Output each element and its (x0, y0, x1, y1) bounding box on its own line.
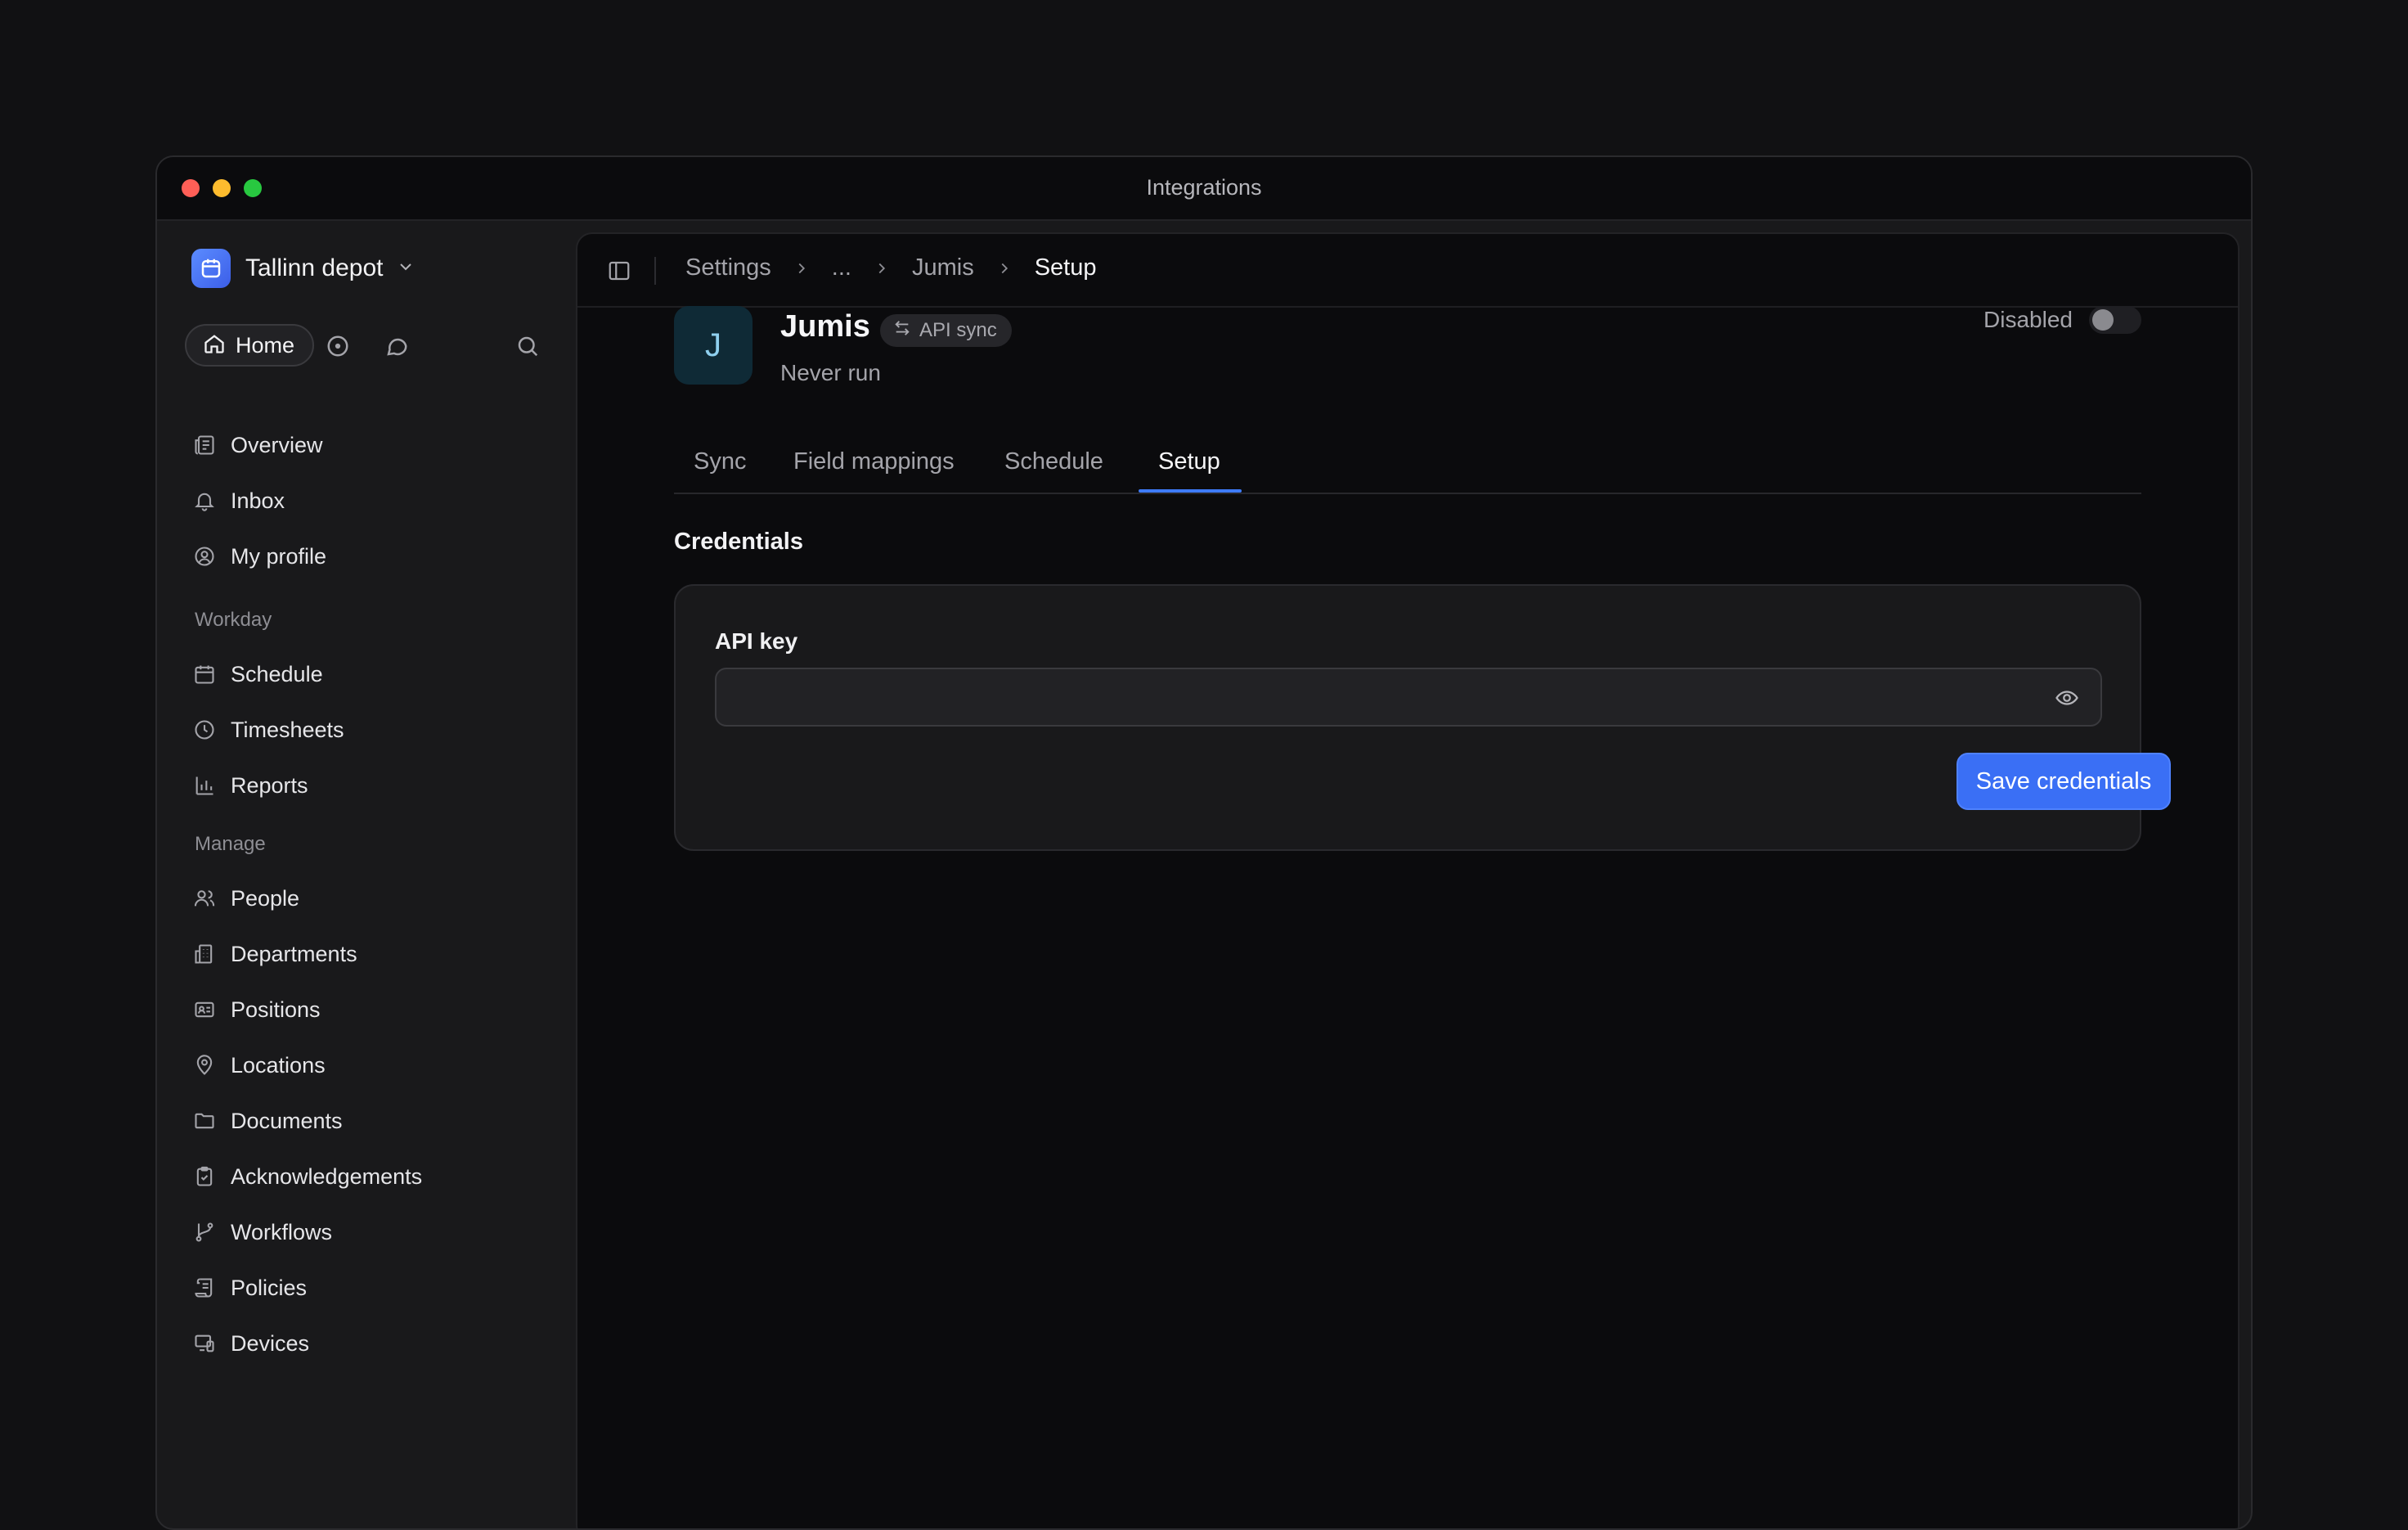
badge-label: API sync (919, 319, 997, 341)
api-key-label: API key (715, 628, 798, 654)
clipboard-check-icon (191, 1163, 218, 1190)
breadcrumb-settings[interactable]: Settings (685, 254, 771, 281)
sidebar-item-locations[interactable]: Locations (191, 1044, 326, 1087)
breadcrumb-jumis[interactable]: Jumis (912, 254, 974, 281)
section-label-manage: Manage (195, 833, 266, 855)
sidebar-item-departments[interactable]: Departments (191, 933, 357, 975)
credentials-title: Credentials (674, 529, 803, 555)
tab-setup[interactable]: Setup (1158, 448, 1220, 475)
breadcrumb-ellipsis[interactable]: ... (832, 254, 851, 281)
toggle-label: Disabled (1983, 307, 2073, 332)
top-bar: Settings ... Jumis Setup (577, 234, 2238, 308)
toggle-knob (2092, 309, 2114, 331)
git-branch-icon (191, 1219, 218, 1245)
topbar-divider (654, 257, 656, 285)
sidebar-item-label: Workflows (231, 1219, 333, 1244)
chevron-right-icon (793, 259, 811, 277)
activity-icon[interactable] (326, 334, 350, 358)
api-key-input[interactable] (715, 668, 2102, 727)
sidebar-item-timesheets[interactable]: Timesheets (191, 709, 344, 751)
scroll-icon (191, 1275, 218, 1301)
sidebar-item-inbox[interactable]: Inbox (191, 479, 285, 522)
people-icon (191, 885, 218, 911)
chevron-down-icon (396, 257, 416, 281)
sidebar: Tallinn depot Home Overview Inbox My pro… (157, 221, 574, 1528)
folder-icon (191, 1108, 218, 1134)
section-label-workday: Workday (195, 609, 272, 631)
home-button[interactable]: Home (185, 324, 315, 367)
workspace-switcher[interactable]: Tallinn depot (191, 249, 416, 288)
bar-chart-icon (191, 772, 218, 799)
sidebar-item-people[interactable]: People (191, 877, 299, 920)
devices-icon (191, 1330, 218, 1357)
tab-bar: Sync Field mappings Schedule Setup (674, 435, 2141, 494)
sidebar-item-workflows[interactable]: Workflows (191, 1211, 332, 1253)
overview-icon (191, 432, 218, 458)
eye-icon[interactable] (2055, 686, 2079, 714)
quick-bar: Home (185, 324, 545, 370)
window-title: Integrations (1146, 175, 1262, 200)
credentials-card: API key Save credentials (674, 584, 2171, 851)
breadcrumb-current: Setup (1034, 254, 1097, 281)
home-label: Home (236, 332, 295, 358)
sidebar-item-label: Documents (231, 1108, 343, 1133)
sidebar-item-acknowledgements[interactable]: Acknowledgements (191, 1155, 422, 1198)
sidebar-item-reports[interactable]: Reports (191, 764, 308, 807)
workspace-logo-icon (191, 249, 231, 288)
sidebar-item-overview[interactable]: Overview (191, 424, 323, 466)
sidebar-item-devices[interactable]: Devices (191, 1322, 309, 1365)
arrows-swap-icon (893, 319, 911, 343)
sidebar-item-label: Timesheets (231, 717, 344, 742)
building-icon (191, 941, 218, 967)
chevron-right-icon (873, 259, 891, 277)
user-circle-icon (191, 543, 218, 569)
sidebar-item-label: Overview (231, 432, 323, 457)
sidebar-item-label: Reports (231, 772, 308, 798)
save-credentials-button[interactable]: Save credentials (1956, 753, 2171, 810)
sidebar-item-positions[interactable]: Positions (191, 988, 321, 1031)
sidebar-item-label: Departments (231, 941, 357, 966)
chat-icon[interactable] (384, 334, 409, 358)
integration-type-badge: API sync (880, 314, 1012, 347)
tab-sync[interactable]: Sync (694, 448, 746, 475)
workspace-name: Tallinn depot (245, 254, 384, 281)
breadcrumb: Settings ... Jumis Setup (685, 254, 1097, 281)
sidebar-item-label: Policies (231, 1275, 308, 1300)
enable-toggle[interactable] (2089, 306, 2141, 334)
integration-name: Jumis (780, 309, 870, 344)
sidebar-item-label: Locations (231, 1052, 326, 1078)
main-panel: Settings ... Jumis Setup J Jumis API syn… (576, 232, 2240, 1528)
sidebar-item-label: My profile (231, 543, 327, 569)
map-pin-icon (191, 1052, 218, 1078)
tab-schedule[interactable]: Schedule (1004, 448, 1103, 475)
sidebar-toggle-icon[interactable] (607, 259, 631, 287)
integration-status: Never run (780, 360, 881, 385)
clock-icon (191, 717, 218, 743)
sidebar-item-policies[interactable]: Policies (191, 1267, 307, 1309)
tab-field-mappings[interactable]: Field mappings (793, 448, 955, 475)
sidebar-item-schedule[interactable]: Schedule (191, 653, 323, 695)
title-bar: Integrations (157, 157, 2251, 221)
enable-toggle-group: Disabled (1983, 306, 2141, 334)
sidebar-item-label: People (231, 885, 300, 911)
sidebar-item-my-profile[interactable]: My profile (191, 535, 326, 578)
calendar-icon (191, 661, 218, 687)
chevron-right-icon (995, 259, 1013, 277)
search-icon[interactable] (515, 334, 540, 358)
sidebar-item-label: Schedule (231, 661, 323, 686)
sidebar-item-label: Inbox (231, 488, 285, 513)
sidebar-item-label: Positions (231, 997, 321, 1022)
app-window: Integrations Tallinn depot Home Overview… (155, 155, 2253, 1530)
sidebar-item-label: Acknowledgements (231, 1163, 423, 1189)
home-icon (203, 332, 226, 359)
sidebar-item-label: Devices (231, 1330, 310, 1356)
bell-icon (191, 488, 218, 514)
integration-avatar: J (674, 306, 752, 385)
sidebar-item-documents[interactable]: Documents (191, 1100, 343, 1142)
id-card-icon (191, 997, 218, 1023)
active-tab-indicator (1139, 489, 1242, 493)
